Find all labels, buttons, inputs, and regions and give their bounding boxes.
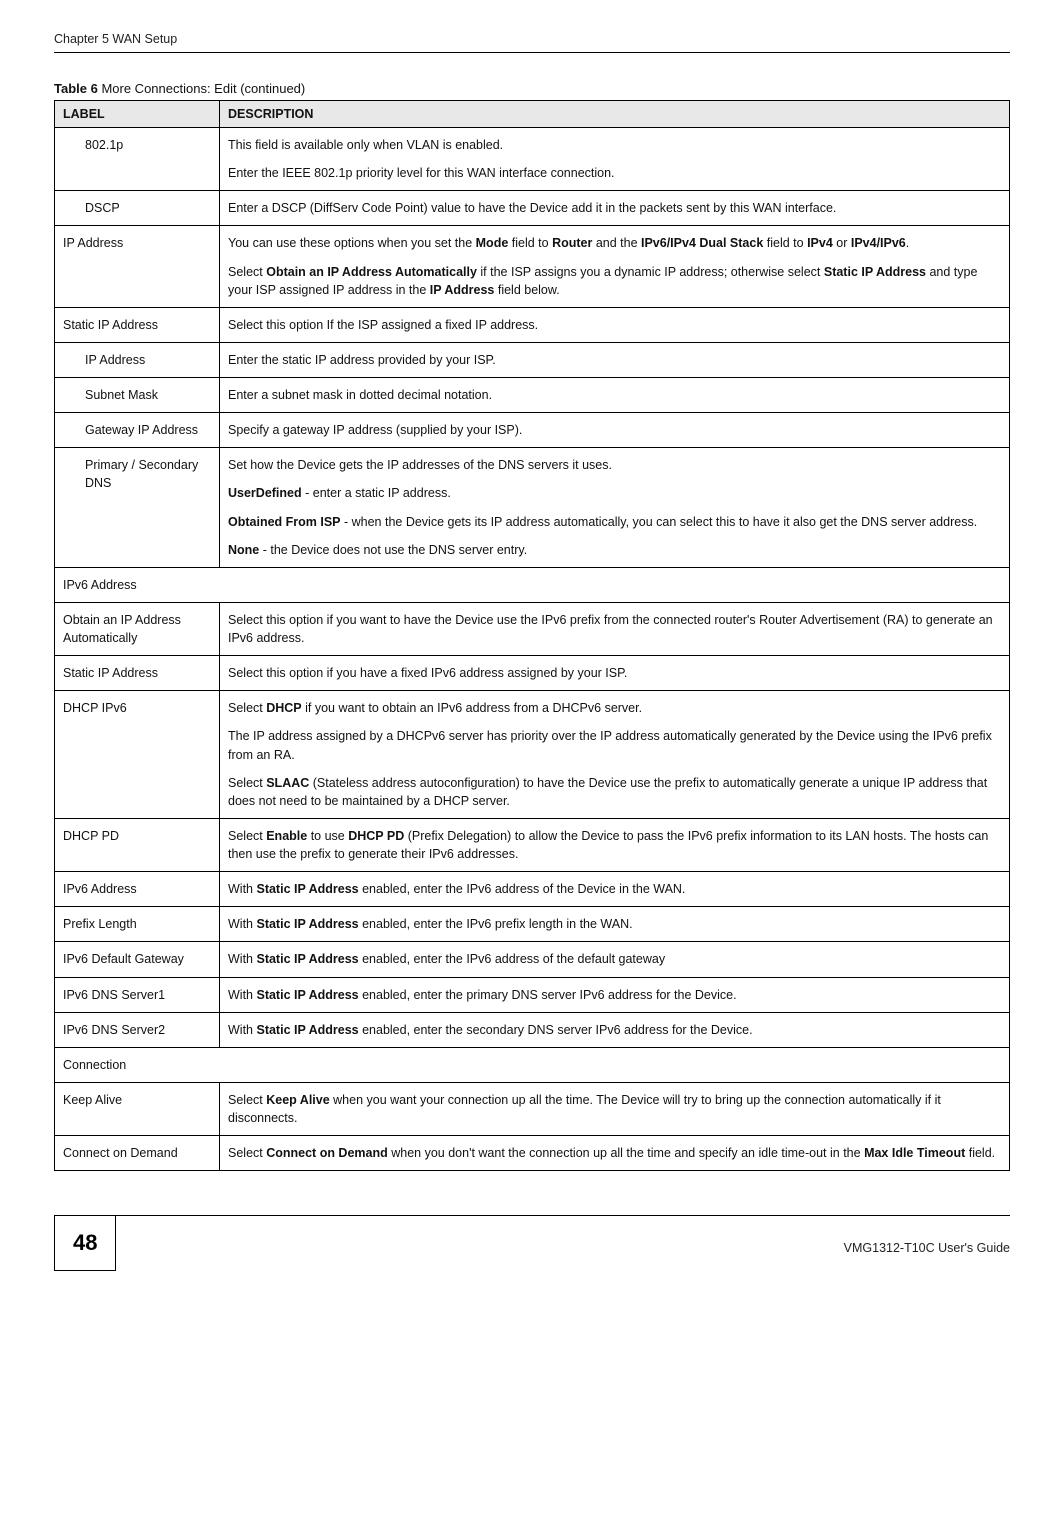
row-label: IP Address <box>55 342 220 377</box>
table-row: Static IP Address Select this option If … <box>55 307 1010 342</box>
table-row: DSCP Enter a DSCP (DiffServ Code Point) … <box>55 191 1010 226</box>
guide-name: VMG1312-T10C User's Guide <box>844 1233 1010 1255</box>
row-label: Gateway IP Address <box>55 413 220 448</box>
row-desc: Select this option if you want to have t… <box>220 602 1010 655</box>
row-label: Prefix Length <box>55 907 220 942</box>
connections-table: LABEL DESCRIPTION 802.1p This field is a… <box>54 100 1010 1171</box>
row-desc: With Static IP Address enabled, enter th… <box>220 1012 1010 1047</box>
table-row: Static IP Address Select this option if … <box>55 656 1010 691</box>
running-header: Chapter 5 WAN Setup <box>54 32 1010 53</box>
row-label: Static IP Address <box>55 307 220 342</box>
row-desc: Enter a DSCP (DiffServ Code Point) value… <box>220 191 1010 226</box>
table-row: IP Address You can use these options whe… <box>55 226 1010 307</box>
table-row: Primary / Secondary DNS Set how the Devi… <box>55 448 1010 568</box>
row-desc: With Static IP Address enabled, enter th… <box>220 942 1010 977</box>
table-row: 802.1p This field is available only when… <box>55 128 1010 191</box>
table-row: Gateway IP Address Specify a gateway IP … <box>55 413 1010 448</box>
table-row: Subnet Mask Enter a subnet mask in dotte… <box>55 378 1010 413</box>
th-label: LABEL <box>55 101 220 128</box>
row-desc: Select this option If the ISP assigned a… <box>220 307 1010 342</box>
th-description: DESCRIPTION <box>220 101 1010 128</box>
row-label: IPv6 Address <box>55 872 220 907</box>
row-label: IPv6 DNS Server1 <box>55 977 220 1012</box>
row-desc: Select DHCP if you want to obtain an IPv… <box>220 691 1010 819</box>
table-row: Obtain an IP Address Automatically Selec… <box>55 602 1010 655</box>
row-desc: Select Enable to use DHCP PD (Prefix Del… <box>220 818 1010 871</box>
row-desc: Select Connect on Demand when you don't … <box>220 1136 1010 1171</box>
table-row: IP Address Enter the static IP address p… <box>55 342 1010 377</box>
table-row: Prefix Length With Static IP Address ena… <box>55 907 1010 942</box>
row-label: Primary / Secondary DNS <box>55 448 220 568</box>
table-row: IPv6 Address <box>55 567 1010 602</box>
row-desc: Set how the Device gets the IP addresses… <box>220 448 1010 568</box>
row-label: 802.1p <box>55 128 220 191</box>
row-label: IPv6 Default Gateway <box>55 942 220 977</box>
row-desc: Enter a subnet mask in dotted decimal no… <box>220 378 1010 413</box>
row-label: IP Address <box>55 226 220 307</box>
row-desc: Select this option if you have a fixed I… <box>220 656 1010 691</box>
table-row: DHCP IPv6 Select DHCP if you want to obt… <box>55 691 1010 819</box>
row-label: DHCP PD <box>55 818 220 871</box>
row-label: DHCP IPv6 <box>55 691 220 819</box>
page-footer: 48 VMG1312-T10C User's Guide <box>54 1215 1010 1271</box>
section-header: Connection <box>55 1047 1010 1082</box>
table-caption: Table 6 More Connections: Edit (continue… <box>54 81 1010 96</box>
row-desc: This field is available only when VLAN i… <box>220 128 1010 191</box>
table-row: Connect on Demand Select Connect on Dema… <box>55 1136 1010 1171</box>
table-row: DHCP PD Select Enable to use DHCP PD (Pr… <box>55 818 1010 871</box>
table-row: Connection <box>55 1047 1010 1082</box>
table-row: IPv6 DNS Server1 With Static IP Address … <box>55 977 1010 1012</box>
section-header: IPv6 Address <box>55 567 1010 602</box>
table-row: Keep Alive Select Keep Alive when you wa… <box>55 1082 1010 1135</box>
table-row: IPv6 DNS Server2 With Static IP Address … <box>55 1012 1010 1047</box>
page-number: 48 <box>54 1216 116 1271</box>
caption-bold: Table 6 <box>54 81 98 96</box>
row-desc: With Static IP Address enabled, enter th… <box>220 907 1010 942</box>
row-desc: With Static IP Address enabled, enter th… <box>220 872 1010 907</box>
row-label: IPv6 DNS Server2 <box>55 1012 220 1047</box>
row-label: Obtain an IP Address Automatically <box>55 602 220 655</box>
row-label: Connect on Demand <box>55 1136 220 1171</box>
row-desc: Specify a gateway IP address (supplied b… <box>220 413 1010 448</box>
row-label: Subnet Mask <box>55 378 220 413</box>
row-label: Static IP Address <box>55 656 220 691</box>
table-row: IPv6 Default Gateway With Static IP Addr… <box>55 942 1010 977</box>
row-desc: Enter the static IP address provided by … <box>220 342 1010 377</box>
row-desc: Select Keep Alive when you want your con… <box>220 1082 1010 1135</box>
table-row: IPv6 Address With Static IP Address enab… <box>55 872 1010 907</box>
row-desc: With Static IP Address enabled, enter th… <box>220 977 1010 1012</box>
row-label: DSCP <box>55 191 220 226</box>
row-desc: You can use these options when you set t… <box>220 226 1010 307</box>
row-label: Keep Alive <box>55 1082 220 1135</box>
caption-text: More Connections: Edit (continued) <box>98 81 305 96</box>
